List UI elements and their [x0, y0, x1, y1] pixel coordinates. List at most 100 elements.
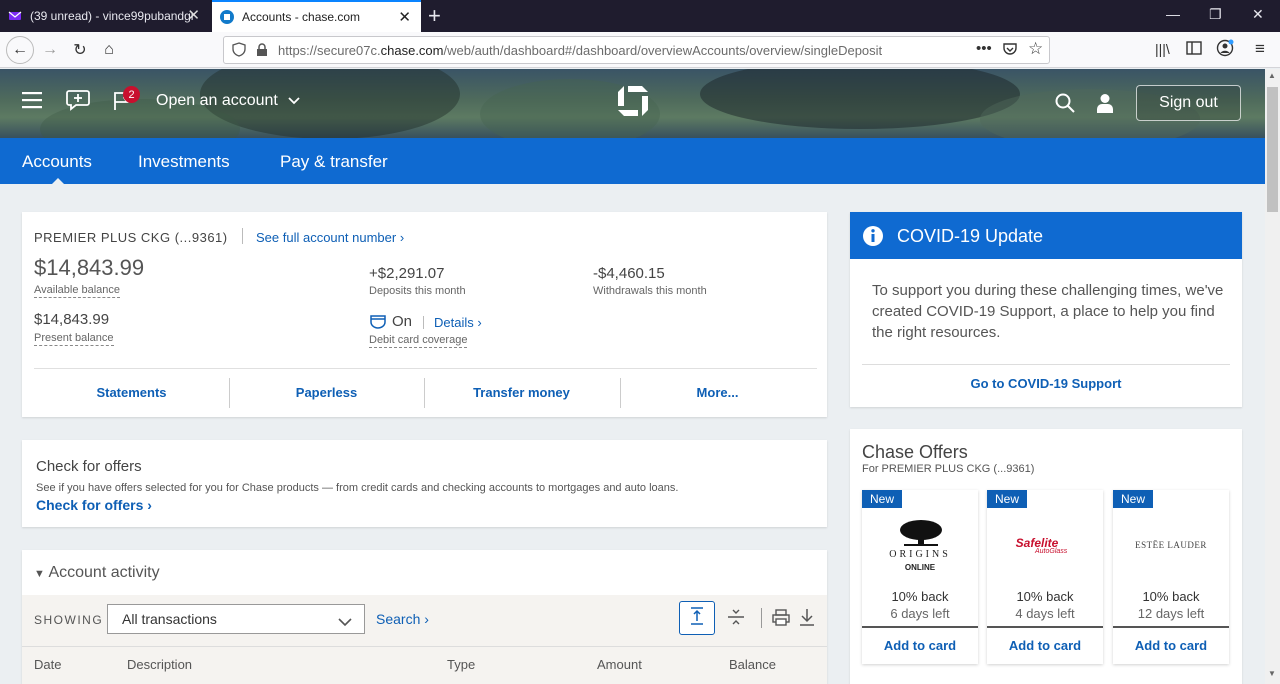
- transactions-filter-select[interactable]: All transactions: [107, 604, 365, 634]
- origins-tree-icon: [898, 519, 944, 552]
- column-header-balance[interactable]: Balance: [729, 657, 776, 672]
- offer-reward: 10% back: [891, 589, 949, 604]
- new-badge: New: [987, 490, 1028, 508]
- forward-icon[interactable]: →: [38, 38, 62, 62]
- download-icon[interactable]: [799, 608, 815, 631]
- collapse-rows-icon[interactable]: [727, 608, 745, 631]
- reload-icon[interactable]: ↻: [68, 38, 92, 62]
- add-to-card-button[interactable]: Add to card: [987, 626, 1103, 653]
- shield-icon[interactable]: [232, 42, 246, 60]
- new-badge: New: [862, 490, 903, 508]
- divider: [22, 646, 827, 647]
- chevron-down-icon: [338, 614, 352, 632]
- browser-tab-mail[interactable]: (39 unread) - vince99pubandgr ✕: [0, 0, 210, 32]
- page-actions-icon[interactable]: •••: [976, 40, 992, 57]
- withdrawals-value: -$4,460.15: [593, 265, 665, 282]
- pocket-icon[interactable]: [1002, 41, 1018, 60]
- info-icon: [862, 225, 884, 252]
- browser-tab-title: Accounts - chase.com: [242, 10, 361, 24]
- account-activity-toggle[interactable]: ▼ Account activity: [34, 564, 160, 582]
- offer-tile-estee-lauder[interactable]: New ESTĒE LAUDER 10% back 12 days left A…: [1113, 490, 1229, 664]
- url-text: https://secure07c.chase.com/web/auth/das…: [278, 42, 883, 58]
- expand-rows-button[interactable]: [679, 601, 715, 635]
- sign-out-button[interactable]: Sign out: [1136, 85, 1241, 121]
- debit-card-coverage-label[interactable]: Debit card coverage: [369, 334, 468, 348]
- covid-update-header: COVID-19 Update: [850, 212, 1242, 259]
- withdrawals-label: Withdrawals this month: [593, 285, 707, 297]
- address-bar[interactable]: https://secure07c.chase.com/web/auth/das…: [223, 36, 1050, 64]
- divider: [242, 228, 243, 244]
- back-icon[interactable]: ←: [6, 36, 34, 64]
- column-header-description[interactable]: Description: [127, 657, 192, 672]
- activity-search-link[interactable]: Search ›: [376, 611, 429, 627]
- divider: [862, 364, 1230, 365]
- scroll-up-icon[interactable]: ▲: [1268, 71, 1276, 80]
- expand-rows-icon: [690, 606, 704, 630]
- profile-icon[interactable]: [1096, 93, 1114, 118]
- check-offers-card: Check for offers See if you have offers …: [22, 440, 827, 527]
- close-tab-icon[interactable]: ✕: [187, 6, 200, 24]
- chevron-right-icon: ›: [399, 230, 405, 245]
- divider: [34, 368, 817, 369]
- chase-logo-icon[interactable]: [616, 84, 650, 123]
- print-icon[interactable]: [772, 609, 790, 631]
- account-activity-title: Account activity: [48, 564, 160, 581]
- minimize-icon[interactable]: —: [1166, 6, 1180, 22]
- check-for-offers-link[interactable]: Check for offers ›: [36, 497, 152, 513]
- add-to-card-button[interactable]: Add to card: [1113, 626, 1229, 653]
- safelite-logo-sub: AutoGlass: [1035, 548, 1068, 555]
- offer-reward: 10% back: [1142, 589, 1200, 604]
- scrollbar-thumb[interactable]: [1267, 87, 1278, 212]
- account-icon[interactable]: [1216, 39, 1234, 62]
- add-to-card-button[interactable]: Add to card: [862, 626, 978, 653]
- nav-tab-accounts[interactable]: Accounts: [22, 152, 92, 172]
- browser-tab-chase[interactable]: Accounts - chase.com ✕: [212, 0, 421, 32]
- new-tab-icon[interactable]: +: [428, 3, 441, 29]
- chat-icon[interactable]: [66, 89, 90, 116]
- nav-tab-pay-transfer[interactable]: Pay & transfer: [280, 152, 388, 172]
- offer-tile-safelite[interactable]: New Safelite AutoGlass 10% back 4 days l…: [987, 490, 1103, 664]
- restore-icon[interactable]: ❐: [1209, 6, 1222, 23]
- bookmark-star-icon[interactable]: ☆: [1028, 39, 1043, 59]
- chevron-down-icon: [288, 92, 300, 110]
- menu-icon[interactable]: ≡: [1255, 39, 1265, 59]
- paperless-link[interactable]: Paperless: [229, 385, 424, 400]
- notification-count-badge: 2: [123, 86, 140, 103]
- nav-tab-investments[interactable]: Investments: [138, 152, 230, 172]
- close-tab-icon[interactable]: ✕: [398, 8, 411, 26]
- transfer-money-link[interactable]: Transfer money: [424, 385, 619, 400]
- search-label: Search: [376, 611, 421, 627]
- browser-tab-bar: (39 unread) - vince99pubandgr ✕ Accounts…: [0, 0, 1280, 32]
- browser-tab-title: (39 unread) - vince99pubandgr: [30, 9, 195, 23]
- column-header-amount[interactable]: Amount: [597, 657, 642, 672]
- available-balance-label[interactable]: Available balance: [34, 284, 121, 298]
- offer-reward: 10% back: [1016, 589, 1074, 604]
- statements-link[interactable]: Statements: [34, 385, 229, 400]
- yahoo-mail-icon: [8, 9, 22, 23]
- sidebar-icon[interactable]: [1186, 40, 1202, 61]
- filter-selected-value: All transactions: [122, 611, 217, 627]
- search-icon[interactable]: [1055, 93, 1075, 118]
- column-header-type[interactable]: Type: [447, 657, 475, 672]
- lock-icon[interactable]: [256, 43, 268, 60]
- see-full-account-number-link[interactable]: See full account number ›: [256, 230, 404, 245]
- more-link[interactable]: More...: [620, 385, 815, 400]
- coverage-details-link[interactable]: Details ›: [434, 315, 482, 330]
- library-icon[interactable]: |||\: [1155, 41, 1170, 57]
- window-close-icon[interactable]: ✕: [1252, 6, 1264, 23]
- account-summary-card: PREMIER PLUS CKG (...9361) See full acco…: [22, 212, 827, 417]
- present-balance-label[interactable]: Present balance: [34, 332, 114, 346]
- scroll-down-icon[interactable]: ▼: [1268, 669, 1276, 678]
- home-icon[interactable]: ⌂: [97, 38, 121, 62]
- chase-offers-subtitle: For PREMIER PLUS CKG (...9361): [862, 463, 1035, 475]
- column-header-date[interactable]: Date: [34, 657, 61, 672]
- main-navigation: Accounts Investments Pay & transfer: [0, 138, 1265, 185]
- hamburger-menu-icon[interactable]: [22, 91, 42, 114]
- divider: [423, 316, 424, 329]
- present-balance-value: $14,843.99: [34, 311, 110, 328]
- covid-update-card: COVID-19 Update To support you during th…: [850, 212, 1242, 407]
- available-balance-value: $14,843.99: [34, 255, 145, 280]
- offer-tile-origins[interactable]: New ORIGINS ONLINE 10% back 6 days left …: [862, 490, 978, 664]
- open-account-menu[interactable]: Open an account: [156, 92, 300, 110]
- covid-support-link[interactable]: Go to COVID-19 Support: [850, 376, 1242, 391]
